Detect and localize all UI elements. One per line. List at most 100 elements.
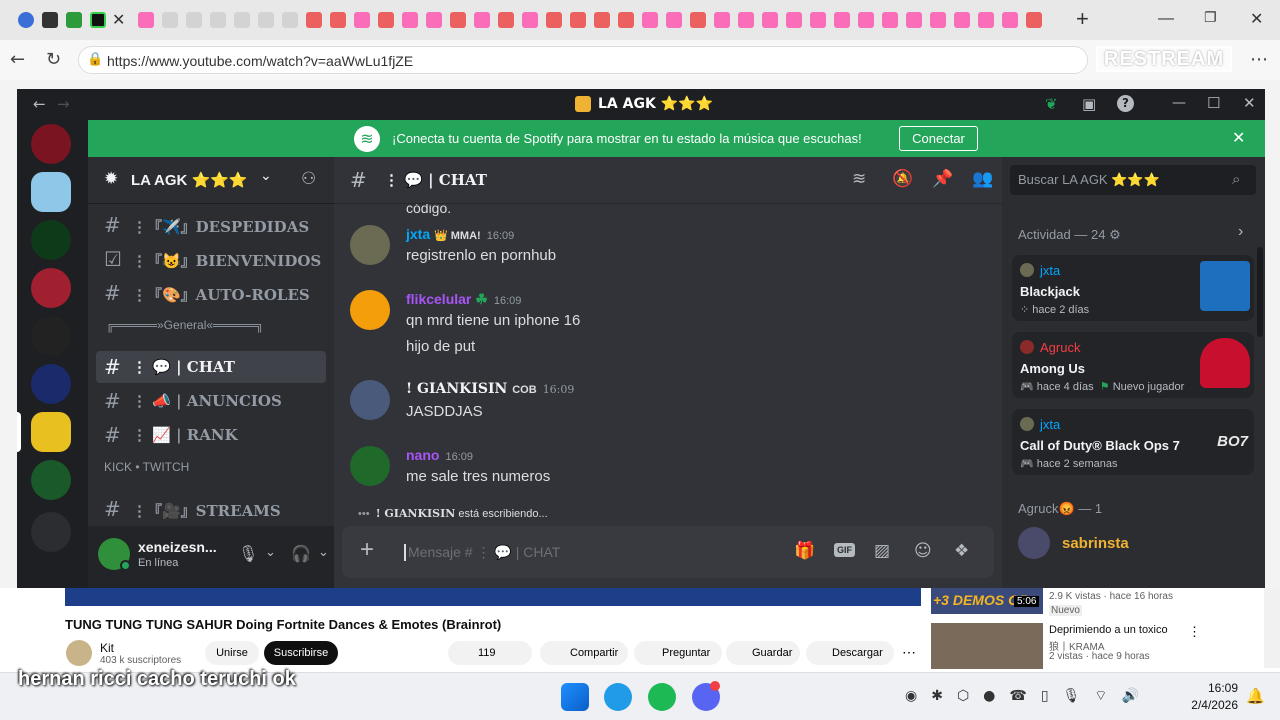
browser-tab-icon[interactable] bbox=[834, 12, 850, 28]
related-title[interactable]: Deprimiendo a un toxico bbox=[1049, 624, 1168, 636]
maximize-icon[interactable]: ☐ bbox=[1207, 94, 1220, 112]
browser-tab-icon[interactable] bbox=[186, 12, 202, 28]
browser-tab-icon[interactable] bbox=[882, 12, 898, 28]
browser-tab-icon[interactable] bbox=[90, 12, 106, 28]
connect-button[interactable]: Conectar bbox=[899, 126, 978, 151]
browser-tab-icon[interactable] bbox=[210, 12, 226, 28]
browser-tab-icon[interactable] bbox=[618, 12, 634, 28]
related-thumbnail[interactable]: +3 DEMOS GR 5:06 bbox=[931, 588, 1043, 614]
channel-anuncios[interactable]: # ⋮ 📣 | ANUNCIOS bbox=[96, 385, 326, 417]
kebab-menu-icon[interactable]: ⋮ bbox=[1188, 624, 1201, 640]
browser-tab-icon[interactable] bbox=[1026, 12, 1042, 28]
back-icon[interactable]: ← bbox=[33, 95, 46, 113]
edge-icon[interactable] bbox=[604, 683, 632, 711]
system-tray-icons[interactable]: ◉✱⬡●☎▯🎙⌔🔊 bbox=[905, 687, 1153, 705]
search-icon[interactable]: ⌕ bbox=[1232, 170, 1240, 188]
notifications-bell-icon[interactable]: 🔔 bbox=[1246, 687, 1265, 705]
clock-time[interactable]: 16:09 bbox=[1196, 681, 1238, 695]
help-icon[interactable]: ? bbox=[1117, 95, 1134, 112]
browser-tab-icon[interactable] bbox=[690, 12, 706, 28]
save-button[interactable]: Guardar bbox=[726, 641, 800, 665]
message-author[interactable]: flikcelular ☘ 16:09 bbox=[406, 291, 521, 308]
browser-tab-icon[interactable] bbox=[42, 12, 58, 28]
clock-date[interactable]: 2/4/2026 bbox=[1186, 698, 1238, 712]
server-header[interactable]: ✹ LA AGK ⭐⭐⭐ ⌄ ⚇ bbox=[88, 157, 334, 204]
chevron-down-icon[interactable]: ⌄ bbox=[265, 544, 276, 560]
server-icon[interactable] bbox=[31, 220, 71, 260]
more-menu-icon[interactable]: ⋯ bbox=[1250, 49, 1268, 70]
browser-tab-icon[interactable] bbox=[282, 12, 298, 28]
back-icon[interactable]: ← bbox=[10, 49, 25, 70]
spotify-icon[interactable] bbox=[648, 683, 676, 711]
activity-card[interactable]: jxta Call of Duty® Black Ops 7 🎮 hace 2 … bbox=[1012, 409, 1254, 475]
leaf-icon[interactable]: ❦ bbox=[1045, 95, 1058, 113]
microphone-icon[interactable]: 🎙 bbox=[238, 544, 258, 563]
message-input[interactable]: Mensaje # ⋮ 💬 | CHAT bbox=[404, 544, 560, 561]
browser-tab-icon[interactable] bbox=[594, 12, 610, 28]
username[interactable]: xeneizesn... bbox=[138, 539, 217, 555]
download-button[interactable]: Descargar bbox=[806, 641, 894, 665]
category-general[interactable]: ╔═════»General«═════╗ bbox=[106, 318, 264, 332]
browser-tab-icon[interactable] bbox=[378, 12, 394, 28]
server-icon[interactable] bbox=[31, 460, 71, 500]
scrollbar[interactable] bbox=[1257, 247, 1263, 337]
browser-tab-icon[interactable] bbox=[786, 12, 802, 28]
server-icon[interactable] bbox=[31, 316, 71, 356]
channel-streams[interactable]: # ⋮『🎥』STREAMS bbox=[96, 493, 326, 525]
browser-tab-icon[interactable] bbox=[930, 12, 946, 28]
browser-tab-icon[interactable] bbox=[762, 12, 778, 28]
browser-tab-icon[interactable] bbox=[18, 12, 34, 28]
headphones-icon[interactable]: 🎧 bbox=[291, 544, 311, 563]
join-button[interactable]: Unirse bbox=[205, 641, 259, 665]
start-icon[interactable] bbox=[561, 683, 589, 711]
threads-icon[interactable]: ≋ bbox=[852, 169, 866, 189]
restore-icon[interactable]: ❐ bbox=[1204, 10, 1217, 26]
browser-tab-icon[interactable] bbox=[66, 12, 82, 28]
browser-tab-icon[interactable] bbox=[354, 12, 370, 28]
member-name[interactable]: sabrinsta bbox=[1062, 535, 1129, 552]
browser-tab-icon[interactable] bbox=[426, 12, 442, 28]
url-field[interactable]: 🔒 https://www.youtube.com/watch?v=aaWwLu… bbox=[78, 46, 1088, 74]
ask-button[interactable]: Preguntar bbox=[634, 641, 722, 665]
reload-icon[interactable]: ↻ bbox=[46, 49, 61, 70]
new-tab-icon[interactable]: + bbox=[1076, 6, 1089, 32]
browser-tab-icon[interactable] bbox=[258, 12, 274, 28]
related-thumbnail[interactable] bbox=[931, 623, 1043, 669]
add-attachment-icon[interactable]: + bbox=[360, 536, 374, 564]
channel-avatar[interactable] bbox=[66, 640, 92, 666]
browser-tab-icon[interactable] bbox=[810, 12, 826, 28]
subscribe-button[interactable]: Suscribirse bbox=[264, 641, 338, 665]
avatar[interactable] bbox=[350, 446, 390, 486]
emoji-icon[interactable]: ☺ bbox=[914, 541, 932, 561]
add-user-icon[interactable]: ⚇ bbox=[301, 169, 316, 189]
browser-tab-icon[interactable] bbox=[546, 12, 562, 28]
browser-tab-icon[interactable] bbox=[738, 12, 754, 28]
close-window-icon[interactable]: ✕ bbox=[1250, 9, 1263, 28]
message-author[interactable]: jxta 👑 MMA! 16:09 bbox=[406, 226, 514, 242]
notifications-muted-icon[interactable]: 🔕 bbox=[892, 169, 913, 189]
search-box[interactable]: Buscar LA AGK ⭐⭐⭐ ⌕ bbox=[1010, 165, 1256, 195]
activity-card[interactable]: Agruck Among Us 🎮 hace 4 días ⚑ Nuevo ju… bbox=[1012, 332, 1254, 398]
browser-tab-icon[interactable] bbox=[450, 12, 466, 28]
close-tab-icon[interactable]: ✕ bbox=[112, 10, 125, 29]
server-icon[interactable] bbox=[31, 124, 71, 164]
gift-icon[interactable]: 🎁 bbox=[794, 541, 815, 561]
browser-tab-icon[interactable] bbox=[330, 12, 346, 28]
activity-card[interactable]: jxta Blackjack ⁘ hace 2 días bbox=[1012, 255, 1254, 321]
browser-tab-icon[interactable] bbox=[498, 12, 514, 28]
browser-tab-icon[interactable] bbox=[714, 12, 730, 28]
apps-icon[interactable]: ❖ bbox=[954, 541, 969, 561]
channel-name[interactable]: Kit bbox=[100, 641, 114, 655]
channel-despedidas[interactable]: # ⋮『✈️』DESPEDIDAS bbox=[96, 209, 326, 241]
minimize-icon[interactable]: — bbox=[1172, 95, 1186, 111]
chevron-down-icon[interactable]: ⌄ bbox=[318, 544, 329, 560]
server-icon[interactable] bbox=[31, 364, 71, 404]
gear-icon[interactable]: ⚙ bbox=[1109, 227, 1121, 242]
channel-chat[interactable]: # ⋮ 💬 | CHAT bbox=[96, 351, 326, 383]
channel-auto-roles[interactable]: # ⋮『🎨』AUTO-ROLES bbox=[96, 277, 326, 309]
browser-tab-icon[interactable] bbox=[306, 12, 322, 28]
avatar[interactable] bbox=[350, 380, 390, 420]
close-banner-icon[interactable]: ✕ bbox=[1232, 128, 1245, 147]
scrollbar[interactable] bbox=[1264, 588, 1280, 668]
channel-bienvenidos[interactable]: ☑ ⋮『😺』BIENVENIDOS bbox=[96, 243, 326, 275]
